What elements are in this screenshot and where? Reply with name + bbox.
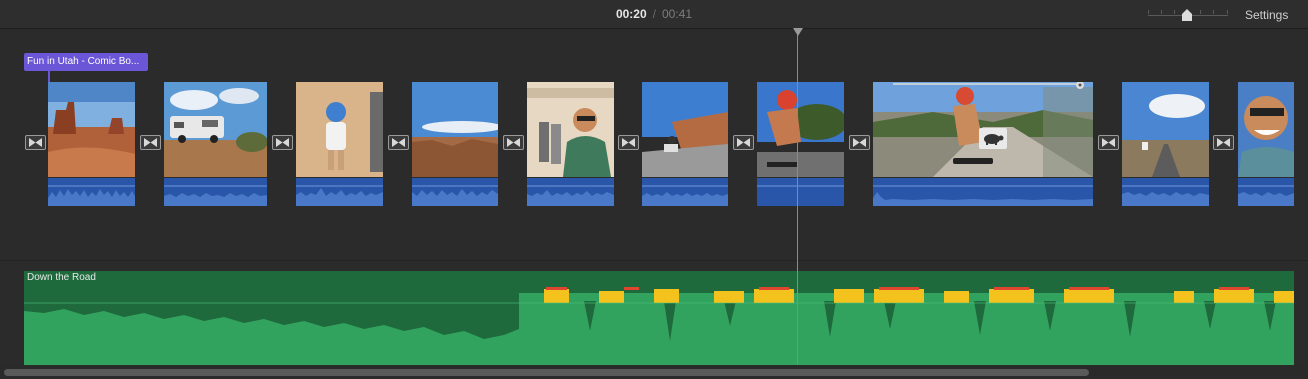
clip-thumbnail — [164, 82, 267, 177]
time-separator: / — [652, 7, 656, 21]
zoom-slider[interactable] — [1148, 9, 1228, 21]
scrollbar-thumb[interactable] — [4, 369, 1089, 376]
clip-thumbnail — [1238, 82, 1294, 177]
clip-audio-waveform — [1238, 178, 1294, 206]
playhead[interactable] — [797, 28, 798, 365]
tortoise-icon — [984, 134, 1004, 145]
transition-button[interactable] — [1213, 135, 1234, 150]
video-clip[interactable] — [642, 82, 728, 206]
clip-audio-waveform — [757, 178, 844, 206]
timeline-toolbar: 00:20 / 00:41 Settings — [0, 0, 1308, 29]
video-clip[interactable] — [296, 82, 383, 206]
playhead-handle[interactable] — [793, 28, 803, 36]
clip-audio-waveform — [164, 178, 267, 206]
transition-button[interactable] — [388, 135, 409, 150]
total-time: 00:41 — [662, 7, 693, 21]
speed-slider[interactable] — [893, 82, 1088, 90]
zoom-slider-thumb[interactable] — [1182, 9, 1192, 21]
bowtie-transition-icon — [1102, 138, 1115, 147]
clip-thumbnail — [757, 82, 844, 177]
clip-audio-waveform — [296, 178, 383, 206]
clip-thumbnail — [412, 82, 498, 177]
clip-audio-waveform — [412, 178, 498, 206]
horizontal-scrollbar[interactable] — [0, 366, 1308, 379]
clip-audio-waveform — [642, 178, 728, 206]
settings-button[interactable]: Settings — [1245, 8, 1288, 22]
transition-button[interactable] — [272, 135, 293, 150]
video-clip[interactable] — [48, 82, 135, 206]
bowtie-transition-icon — [1217, 138, 1230, 147]
bowtie-transition-icon — [276, 138, 289, 147]
slow-motion-badge — [979, 128, 1007, 149]
transition-button[interactable] — [733, 135, 754, 150]
transition-button[interactable] — [503, 135, 524, 150]
bowtie-transition-icon — [29, 138, 42, 147]
clip-audio-waveform — [873, 178, 1093, 206]
transition-button[interactable] — [1098, 135, 1119, 150]
clip-audio-waveform — [1122, 178, 1209, 206]
clip-thumbnail — [48, 82, 135, 177]
bowtie-transition-icon — [622, 138, 635, 147]
clip-thumbnail — [1122, 82, 1209, 177]
transition-button[interactable] — [25, 135, 46, 150]
timecode-display: 00:20 / 00:41 — [0, 7, 1308, 21]
video-clip[interactable] — [164, 82, 267, 206]
music-waveform — [24, 287, 1294, 365]
bowtie-transition-icon — [507, 138, 520, 147]
video-clip[interactable] — [873, 82, 1093, 206]
clip-audio-waveform — [527, 178, 614, 206]
video-clip[interactable] — [757, 82, 844, 206]
video-clip[interactable] — [527, 82, 614, 206]
clip-thumbnail — [642, 82, 728, 177]
clip-thumbnail — [296, 82, 383, 177]
bowtie-transition-icon — [853, 138, 866, 147]
transition-button[interactable] — [140, 135, 161, 150]
music-track-label: Down the Road — [27, 272, 96, 283]
video-clip[interactable] — [412, 82, 498, 206]
bowtie-transition-icon — [392, 138, 405, 147]
transition-button[interactable] — [849, 135, 870, 150]
title-clip[interactable]: Fun in Utah - Comic Bo... — [24, 53, 148, 71]
bowtie-transition-icon — [737, 138, 750, 147]
clip-audio-waveform — [48, 178, 135, 206]
video-clip[interactable] — [1122, 82, 1209, 206]
background-music-clip[interactable]: Down the Road — [24, 271, 1294, 365]
video-clip[interactable] — [1238, 82, 1294, 206]
bowtie-transition-icon — [144, 138, 157, 147]
transition-button[interactable] — [618, 135, 639, 150]
clip-thumbnail — [527, 82, 614, 177]
current-time: 00:20 — [615, 7, 647, 21]
track-divider — [0, 260, 1308, 261]
